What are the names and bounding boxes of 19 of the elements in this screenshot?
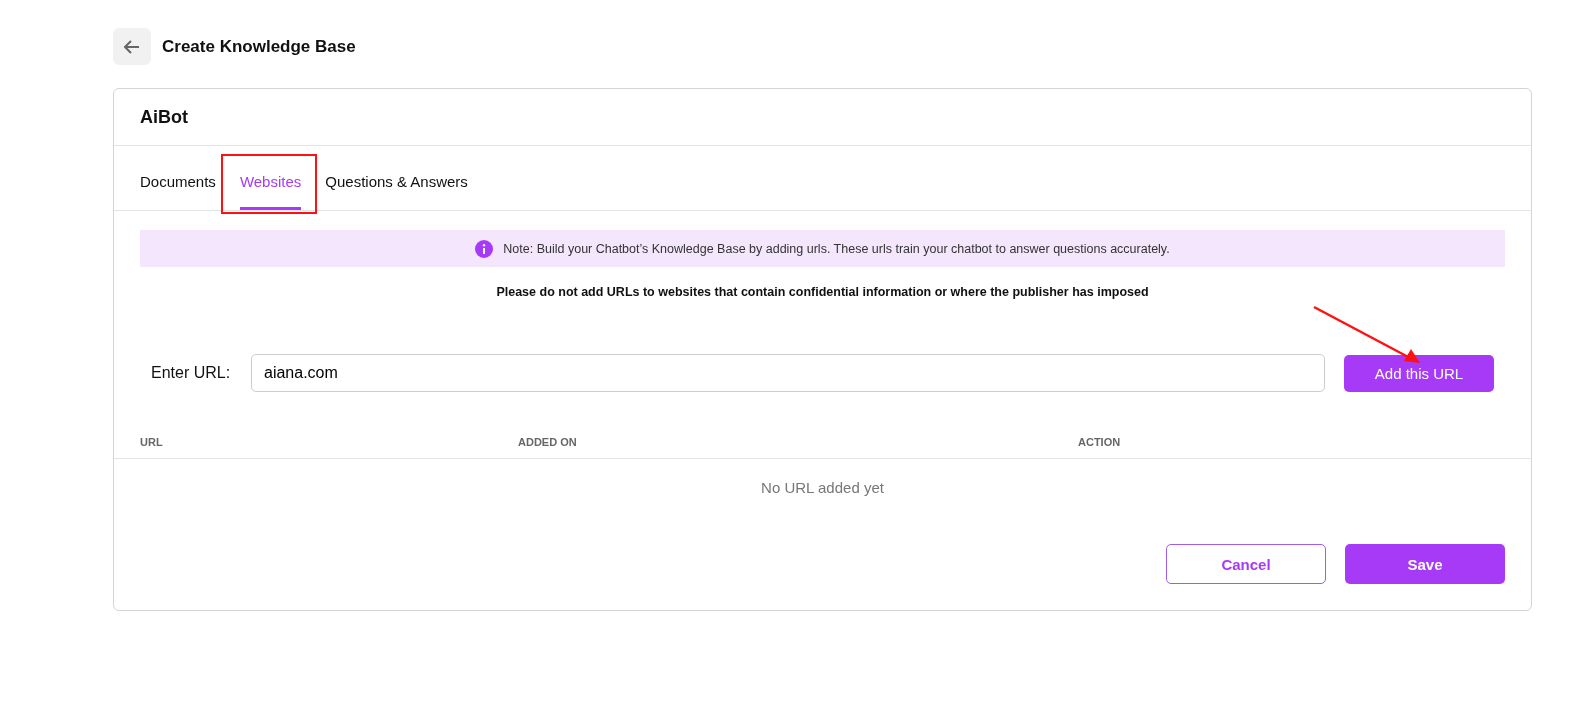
note-text: Note: Build your Chatbot’s Knowledge Base by adding urls. These urls train your chatbot to answer questions accurately. (503, 241, 1170, 256)
tab[interactable]: Websites (239, 173, 302, 210)
add-url-button[interactable]: Add this URL (1344, 354, 1494, 392)
column-header: ADDED ON (518, 436, 578, 448)
back-arrow-icon (124, 39, 140, 54)
save-button[interactable]: Save (1345, 544, 1505, 584)
info-icon (475, 239, 494, 258)
column-header: ACTION (1078, 436, 1122, 448)
card-title: AiBot (140, 106, 189, 129)
url-input[interactable]: aiana.com (251, 354, 1325, 392)
back-button[interactable] (113, 28, 151, 65)
empty-message: No URL added yet (761, 479, 884, 496)
warning-text: Please do not add URLs to websites that contain confidential information or where the publisher has imposed (495, 285, 1150, 299)
tab[interactable]: Questions & Answers (325, 173, 468, 210)
page-title: Create Knowledge Base (162, 36, 356, 57)
cancel-button[interactable]: Cancel (1166, 544, 1326, 584)
url-label: Enter URL: (151, 364, 232, 382)
column-header: URL (140, 436, 164, 448)
tab[interactable]: Documents (140, 173, 216, 210)
